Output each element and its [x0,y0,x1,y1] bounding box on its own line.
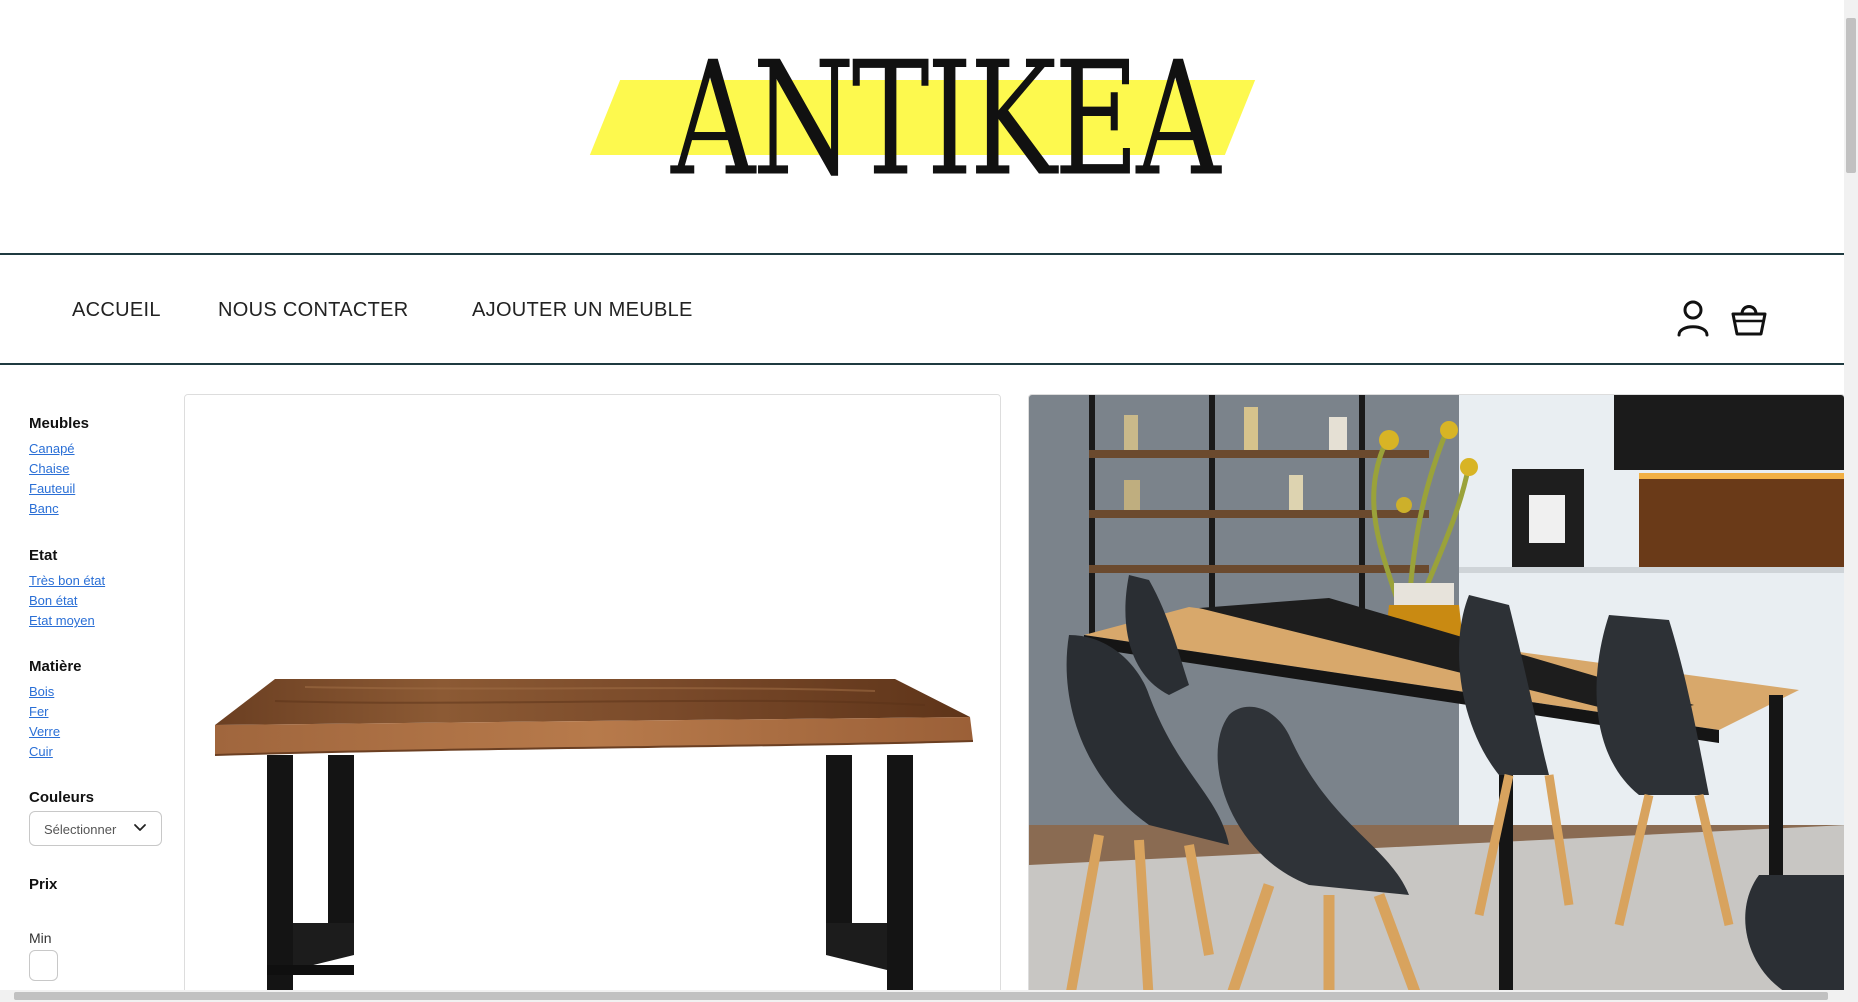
horizontal-scrollbar[interactable] [0,990,1844,1002]
filter-link-etat-moyen[interactable]: Etat moyen [29,611,105,631]
header-divider [0,253,1844,255]
wooden-table-photo [185,395,1000,1001]
nav-link-accueil[interactable]: ACCUEIL [72,299,161,322]
nav-link-add-furniture[interactable]: AJOUTER UN MEUBLE [472,299,693,322]
nav-divider [0,363,1844,365]
filter-group-furniture: Meubles Canapé Chaise Fauteuil Banc [29,415,89,519]
filter-link-bon-etat[interactable]: Bon état [29,591,105,611]
filter-group-material: Matière Bois Fer Verre Cuir [29,658,82,762]
user-icon[interactable] [1673,296,1713,340]
horizontal-scrollbar-thumb[interactable] [14,992,1828,1000]
filter-link-fauteuil[interactable]: Fauteuil [29,479,89,499]
product-card[interactable] [1028,394,1845,1002]
site-header: ANTIKEA [0,0,1844,253]
dining-room-photo [1029,395,1844,1001]
vertical-scrollbar-thumb[interactable] [1846,18,1856,173]
filter-link-bois[interactable]: Bois [29,682,82,702]
vertical-scrollbar[interactable] [1844,0,1858,1002]
site-logo[interactable]: ANTIKEA [671,36,1221,204]
color-select[interactable]: Sélectionner [29,811,162,846]
filter-link-canape[interactable]: Canapé [29,439,89,459]
filter-link-tres-bon-etat[interactable]: Très bon état [29,571,105,591]
color-select-value: Sélectionner [44,822,117,837]
page: ANTIKEA ACCUEIL NOUS CONTACTER AJOUTER U… [0,0,1858,1002]
filter-group-condition: Etat Très bon état Bon état Etat moyen [29,547,105,631]
filter-link-cuir[interactable]: Cuir [29,742,82,762]
filter-group-price: Prix [29,876,57,900]
filter-link-verre[interactable]: Verre [29,722,82,742]
filter-group-colors: Couleurs [29,789,94,813]
shopping-basket-icon[interactable] [1729,296,1769,340]
filter-title-furniture: Meubles [29,415,90,432]
filter-title-material: Matière [29,658,82,675]
filter-title-colors: Couleurs [29,789,95,806]
filter-title-price: Prix [29,876,58,893]
filter-link-fer[interactable]: Fer [29,702,82,722]
filter-title-condition: Etat [29,547,58,564]
price-min-input[interactable] [29,950,58,981]
chevron-down-icon [133,821,147,835]
filter-link-chaise[interactable]: Chaise [29,459,89,479]
price-min-label: Min [29,930,52,946]
filter-link-banc[interactable]: Banc [29,499,89,519]
nav-link-contact[interactable]: NOUS CONTACTER [218,299,409,322]
product-card[interactable] [184,394,1001,1002]
